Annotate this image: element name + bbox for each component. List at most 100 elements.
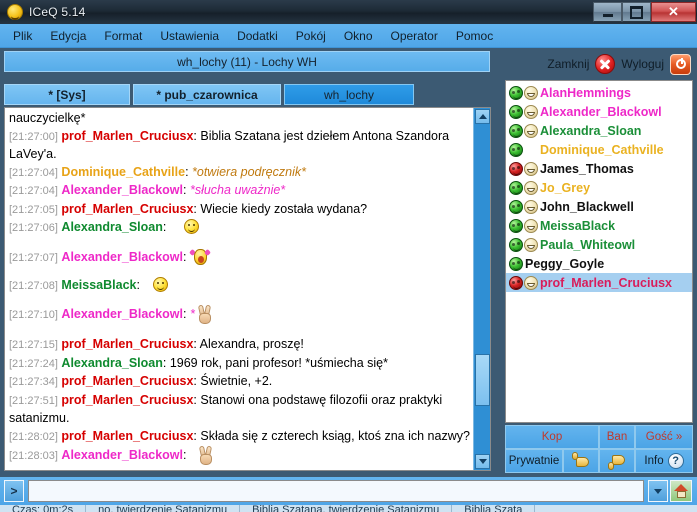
list-item[interactable]: Paula_Whiteowl (506, 235, 692, 254)
list-item[interactable]: John_Blackwell (506, 197, 692, 216)
list-item[interactable]: Jo_Grey (506, 178, 692, 197)
rank-badge-icon (524, 104, 538, 119)
rank-badge-icon (524, 180, 538, 195)
chat-scrollbar[interactable] (473, 108, 490, 470)
status-ball-icon (509, 237, 523, 252)
status-ticker: Czas: 0m:2s no, twierdzenie Satanizmu Bi… (0, 505, 697, 512)
user-name: Peggy_Goyle (525, 256, 605, 271)
message-nick[interactable]: Alexandra_Sloan (61, 356, 162, 370)
message-text: Składa się z czterech ksiąg, ktoś zna ic… (200, 428, 470, 443)
menu-pomoc[interactable]: Pomoc (447, 27, 502, 45)
message-nick[interactable]: Alexander_Blackowl (61, 250, 183, 264)
message-nick[interactable]: prof_Marlen_Cruciusx (61, 337, 193, 351)
message-time: [21:27:10] (9, 309, 58, 321)
user-name: Paula_Whiteowl (540, 237, 636, 252)
history-dropdown-button[interactable] (648, 480, 668, 502)
message-nick[interactable]: Alexander_Blackowl (61, 307, 183, 321)
smiley-yellow-icon (183, 219, 199, 234)
list-item[interactable]: Peggy_Goyle (506, 254, 692, 273)
message-input[interactable] (28, 480, 644, 502)
user-name: Jo_Grey (540, 180, 591, 195)
chat-log[interactable]: nauczycielkę* [21:27:00] prof_Marlen_Cru… (5, 108, 473, 470)
power-icon[interactable] (670, 53, 691, 75)
room-title: wh_lochy (11) - Lochy WH (177, 54, 317, 69)
scroll-down-button[interactable] (475, 454, 490, 469)
message-nick[interactable]: Alexander_Blackowl (61, 183, 183, 197)
private-button[interactable]: Prywatnie (505, 449, 563, 473)
message-time: [21:27:04] (9, 166, 58, 179)
list-item[interactable]: AlanHemmings (506, 83, 692, 102)
menu-format[interactable]: Format (95, 27, 151, 45)
menu-bar: Plik Edycja Format Ustawienia Dodatki Po… (0, 24, 697, 48)
ticker-segment: no, twierdzenie Satanizmu (86, 505, 241, 512)
rank-badge-icon (524, 123, 538, 138)
moderation-buttons: Kop Ban Gość » Prywatnie Info? (505, 425, 693, 473)
chat-message: [21:27:51] prof_Marlen_Cruciusx: Stanowi… (9, 392, 443, 426)
logout-label[interactable]: Wyloguj (621, 57, 664, 71)
guest-button[interactable]: Gość » (635, 425, 693, 449)
list-item[interactable]: Dominique_Cathville (506, 140, 692, 159)
question-mark-icon: ? (667, 453, 684, 469)
message-nick[interactable]: Alexandra_Sloan (61, 220, 162, 234)
ban-button[interactable]: Ban (599, 425, 635, 449)
message-nick[interactable]: prof_Marlen_Cruciusx (61, 202, 193, 216)
kick-button[interactable]: Kop (505, 425, 599, 449)
home-icon (674, 484, 688, 491)
list-item[interactable]: prof_Marlen_Cruciusx (506, 273, 692, 292)
menu-okno[interactable]: Okno (335, 27, 382, 45)
message-nick[interactable]: prof_Marlen_Cruciusx (61, 393, 193, 407)
chat-message: [21:28:03] Alexander_Blackowl: (9, 445, 470, 466)
thumb-down-button[interactable] (599, 449, 635, 473)
ticker-segment: Biblia Szata (452, 505, 536, 512)
hand-victory-icon (195, 304, 215, 325)
message-nick[interactable]: prof_Marlen_Cruciusx (61, 429, 193, 443)
red-x-icon[interactable] (595, 54, 616, 74)
close-button[interactable]: ✕ (651, 2, 696, 22)
chat-message: [21:27:10] Alexander_Blackowl: * (9, 304, 470, 336)
menu-plik[interactable]: Plik (4, 27, 41, 45)
menu-edycja[interactable]: Edycja (41, 27, 95, 45)
message-nick[interactable]: prof_Marlen_Cruciusx (61, 374, 193, 388)
chat-message: [21:27:08] MeissaBlack: (9, 277, 470, 305)
scroll-up-button[interactable] (475, 109, 490, 124)
send-button[interactable]: > (4, 480, 24, 502)
chat-message: [21:27:06] Alexandra_Sloan: (9, 219, 470, 247)
info-button[interactable]: Info? (635, 449, 693, 473)
home-button[interactable] (670, 480, 692, 502)
message-input-bar: > (0, 477, 697, 505)
status-ball-icon (509, 275, 523, 290)
list-item[interactable]: MeissaBlack (506, 216, 692, 235)
chat-message: [21:28:02] prof_Marlen_Cruciusx: Składa … (9, 428, 470, 443)
thumb-down-icon (607, 453, 627, 470)
chat-panel: nauczycielkę* [21:27:00] prof_Marlen_Cru… (4, 107, 491, 471)
minimize-button[interactable] (593, 2, 622, 22)
message-time: [21:27:24] (9, 357, 58, 370)
tab-sys[interactable]: * [Sys] (4, 84, 130, 105)
chat-message: [21:27:07] Alexander_Blackowl: (9, 247, 470, 277)
list-item[interactable]: James_Thomas (506, 159, 692, 178)
menu-pokoj[interactable]: Pokój (287, 27, 335, 45)
tab-pub-czarownica[interactable]: * pub_czarownica (133, 84, 281, 105)
user-list[interactable]: AlanHemmings Alexander_Blackowl Alexandr… (505, 80, 693, 423)
message-nick[interactable]: Dominique_Cathville (61, 165, 185, 179)
message-nick[interactable]: MeissaBlack (61, 278, 136, 292)
chat-message: [21:27:15] prof_Marlen_Cruciusx: Alexand… (9, 337, 304, 351)
close-room-label[interactable]: Zamknij (547, 57, 589, 71)
status-ball-icon (509, 218, 523, 233)
os-title-bar: ICeQ 5.14 ✕ (0, 0, 697, 24)
tab-wh-lochy[interactable]: wh_lochy (284, 84, 414, 105)
chevron-down-icon (654, 488, 662, 494)
thumb-up-button[interactable] (563, 449, 599, 473)
menu-ustawienia[interactable]: Ustawienia (151, 27, 228, 45)
maximize-button[interactable] (622, 2, 651, 22)
user-name: Alexandra_Sloan (540, 123, 642, 138)
user-name: Alexander_Blackowl (540, 104, 662, 119)
message-nick[interactable]: prof_Marlen_Cruciusx (61, 129, 193, 143)
list-item[interactable]: Alexandra_Sloan (506, 121, 692, 140)
list-item[interactable]: Alexander_Blackowl (506, 102, 692, 121)
scroll-thumb[interactable] (475, 354, 490, 406)
message-nick[interactable]: Alexander_Blackowl (61, 448, 183, 462)
menu-operator[interactable]: Operator (382, 27, 447, 45)
rank-badge-icon (524, 275, 538, 290)
menu-dodatki[interactable]: Dodatki (228, 27, 287, 45)
